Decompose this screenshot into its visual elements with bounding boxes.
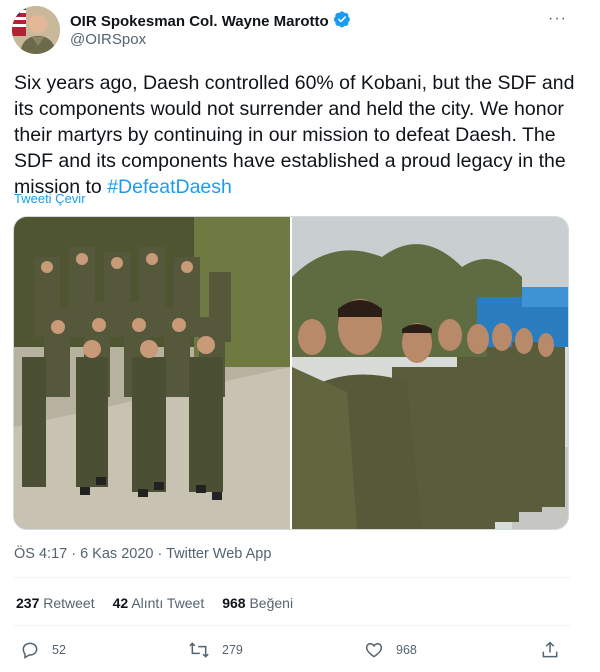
divider <box>14 577 570 578</box>
like-button[interactable]: 968 <box>364 640 417 660</box>
tweet-stats: 237 Retweet 42 Alıntı Tweet 968 Beğeni <box>16 595 293 611</box>
quotes-count: 42 <box>112 595 129 611</box>
share-button[interactable] <box>540 640 560 660</box>
hashtag-link[interactable]: #DefeatDaesh <box>107 176 232 198</box>
tweet-media <box>13 216 569 530</box>
reply-count: 52 <box>52 643 66 657</box>
likes-stat[interactable]: 968 Beğeni <box>222 595 293 611</box>
more-options-icon[interactable]: ··· <box>548 10 567 28</box>
author-name-text: OIR Spokesman Col. Wayne Marotto <box>70 12 329 30</box>
retweets-count: 237 <box>16 595 40 611</box>
quotes-label: Alıntı Tweet <box>131 595 205 611</box>
retweets-label: Retweet <box>43 595 95 611</box>
reply-button[interactable]: 52 <box>20 640 66 660</box>
retweet-icon <box>188 640 210 660</box>
avatar[interactable] <box>12 6 60 54</box>
tweet-actions: 52 279 968 <box>0 638 600 664</box>
retweet-count: 279 <box>222 643 243 657</box>
verified-badge-icon <box>333 10 351 32</box>
tweet-body: Six years ago, Daesh controlled 60% of K… <box>14 72 575 198</box>
heart-icon <box>364 640 384 660</box>
author-name[interactable]: OIR Spokesman Col. Wayne Marotto <box>70 10 351 32</box>
reply-icon <box>20 640 40 660</box>
author-handle[interactable]: @OIRSpox <box>70 31 146 48</box>
media-photo-soldiers-lineup[interactable] <box>292 217 568 529</box>
media-photo-marching-soldiers[interactable] <box>14 217 290 529</box>
like-count: 968 <box>396 643 417 657</box>
likes-label: Beğeni <box>249 595 294 611</box>
quotes-stat[interactable]: 42 Alıntı Tweet <box>113 595 205 611</box>
likes-count: 968 <box>222 595 246 611</box>
tweet-text: Six years ago, Daesh controlled 60% of K… <box>14 70 584 200</box>
translate-tweet-link[interactable]: Tweeti Çevir <box>14 191 86 206</box>
avatar-image <box>12 6 60 54</box>
share-icon <box>540 640 560 660</box>
divider <box>14 625 570 626</box>
retweets-stat[interactable]: 237 Retweet <box>16 595 95 611</box>
tweet-timestamp[interactable]: ÖS 4:17 · 6 Kas 2020 · Twitter Web App <box>14 546 271 562</box>
retweet-button[interactable]: 279 <box>188 640 243 660</box>
